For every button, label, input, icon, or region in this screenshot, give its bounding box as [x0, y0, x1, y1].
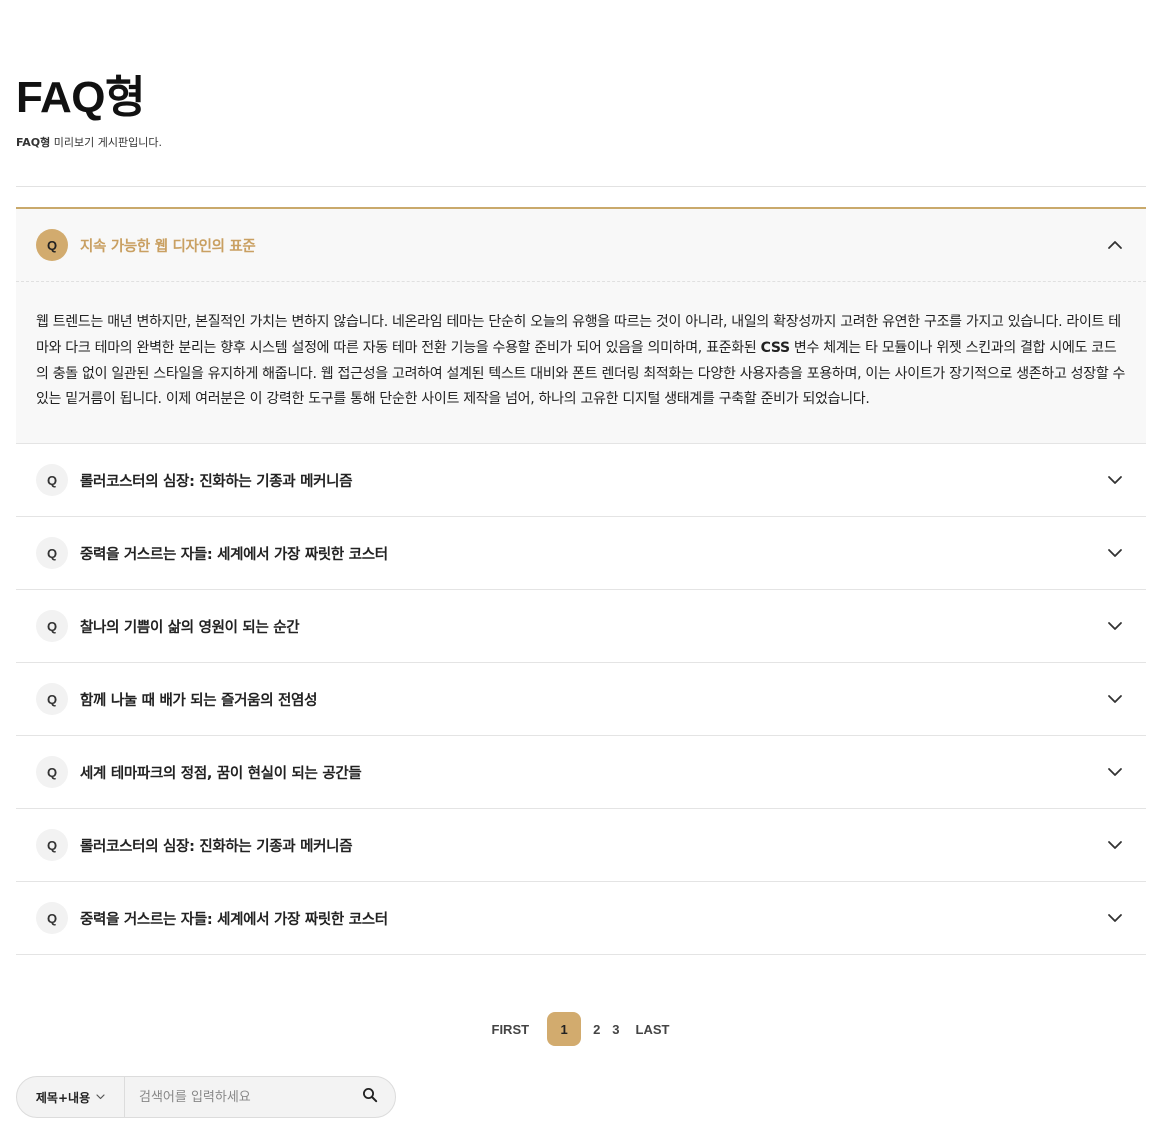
chevron-down-icon[interactable]	[1104, 688, 1126, 710]
faq-item: Q 세계 테마파크의 정점, 꿈이 현실이 되는 공간들	[16, 736, 1146, 810]
q-badge: Q	[36, 229, 68, 261]
q-badge: Q	[36, 464, 68, 497]
faq-list: Q 지속 가능한 웹 디자인의 표준 웹 트렌드는 매년 변하지만, 본질적인 …	[16, 207, 1146, 956]
faq-item: Q 중력을 거스르는 자들: 세계에서 가장 짜릿한 코스터	[16, 517, 1146, 591]
search-icon	[362, 1087, 378, 1107]
faq-question: 세계 테마파크의 정점, 꿈이 현실이 되는 공간들	[80, 765, 362, 782]
pagination: FIRST 1 2 3 LAST	[0, 1012, 1161, 1046]
faq-question-toggle[interactable]: Q 함께 나눌 때 배가 되는 즐거움의 전염성	[16, 663, 1146, 735]
search-button[interactable]	[345, 1077, 395, 1117]
search-field-select[interactable]: 제목+내용	[17, 1077, 125, 1117]
search-field-select-value: 제목+내용	[35, 1090, 91, 1105]
search-input[interactable]	[125, 1077, 345, 1117]
faq-question: 찰나의 기쁨이 삶의 영원이 되는 순간	[80, 619, 300, 636]
chevron-down-icon[interactable]	[1104, 907, 1126, 929]
q-badge: Q	[36, 610, 68, 643]
chevron-down-icon[interactable]	[1104, 615, 1126, 637]
pagination-first[interactable]: FIRST	[486, 1022, 536, 1037]
page-title: FAQ형	[16, 73, 145, 122]
faq-item: Q 찰나의 기쁨이 삶의 영원이 되는 순간	[16, 590, 1146, 664]
chevron-down-icon[interactable]	[1104, 761, 1126, 783]
chevron-down-icon	[96, 1094, 105, 1100]
search-bar: 제목+내용	[16, 1076, 396, 1118]
faq-question: 함께 나눌 때 배가 되는 즐거움의 전염성	[80, 692, 318, 709]
faq-question-toggle[interactable]: Q 지속 가능한 웹 디자인의 표준	[16, 209, 1146, 282]
q-badge: Q	[36, 902, 68, 935]
page-description: FAQ형 미리보기 게시판입니다.	[16, 134, 162, 150]
chevron-down-icon[interactable]	[1104, 834, 1126, 856]
faq-item: Q 중력을 거스르는 자들: 세계에서 가장 짜릿한 코스터	[16, 882, 1146, 956]
faq-question-toggle[interactable]: Q 중력을 거스르는 자들: 세계에서 가장 짜릿한 코스터	[16, 882, 1146, 954]
pagination-page[interactable]: 3	[606, 1022, 625, 1037]
faq-question: 지속 가능한 웹 디자인의 표준	[80, 238, 256, 255]
q-badge: Q	[36, 756, 68, 789]
page-description-text: 미리보기 게시판입니다.	[50, 136, 162, 149]
q-badge: Q	[36, 829, 68, 862]
faq-question-toggle[interactable]: Q 롤러코스터의 심장: 진화하는 기종과 메커니즘	[16, 809, 1146, 881]
faq-item: Q 롤러코스터의 심장: 진화하는 기종과 메커니즘	[16, 809, 1146, 883]
pagination-last[interactable]: LAST	[630, 1022, 676, 1037]
faq-item-open: Q 지속 가능한 웹 디자인의 표준 웹 트렌드는 매년 변하지만, 본질적인 …	[16, 207, 1146, 445]
q-badge: Q	[36, 537, 68, 570]
faq-question: 롤러코스터의 심장: 진화하는 기종과 메커니즘	[80, 838, 353, 855]
faq-question: 중력을 거스르는 자들: 세계에서 가장 짜릿한 코스터	[80, 546, 388, 563]
faq-answer: 웹 트렌드는 매년 변하지만, 본질적인 가치는 변하지 않습니다. 네온라임 …	[16, 282, 1146, 443]
page-header: FAQ형 FAQ형 미리보기 게시판입니다.	[16, 72, 162, 150]
q-badge: Q	[36, 683, 68, 716]
pagination-page-current[interactable]: 1	[547, 1012, 582, 1046]
header-divider	[16, 186, 1146, 187]
chevron-down-icon[interactable]	[1104, 542, 1126, 564]
faq-question: 중력을 거스르는 자들: 세계에서 가장 짜릿한 코스터	[80, 911, 388, 928]
faq-question: 롤러코스터의 심장: 진화하는 기종과 메커니즘	[80, 473, 353, 490]
chevron-up-icon[interactable]	[1104, 234, 1126, 256]
faq-answer-bold: CSS	[760, 339, 790, 356]
page-description-bold: FAQ형	[16, 136, 51, 149]
faq-question-toggle[interactable]: Q 찰나의 기쁨이 삶의 영원이 되는 순간	[16, 590, 1146, 662]
faq-question-toggle[interactable]: Q 중력을 거스르는 자들: 세계에서 가장 짜릿한 코스터	[16, 517, 1146, 589]
faq-item: Q 함께 나눌 때 배가 되는 즐거움의 전염성	[16, 663, 1146, 737]
pagination-page[interactable]: 2	[587, 1022, 606, 1037]
faq-item: Q 롤러코스터의 심장: 진화하는 기종과 메커니즘	[16, 444, 1146, 518]
faq-question-toggle[interactable]: Q 롤러코스터의 심장: 진화하는 기종과 메커니즘	[16, 444, 1146, 516]
faq-question-toggle[interactable]: Q 세계 테마파크의 정점, 꿈이 현실이 되는 공간들	[16, 736, 1146, 808]
chevron-down-icon[interactable]	[1104, 469, 1126, 491]
